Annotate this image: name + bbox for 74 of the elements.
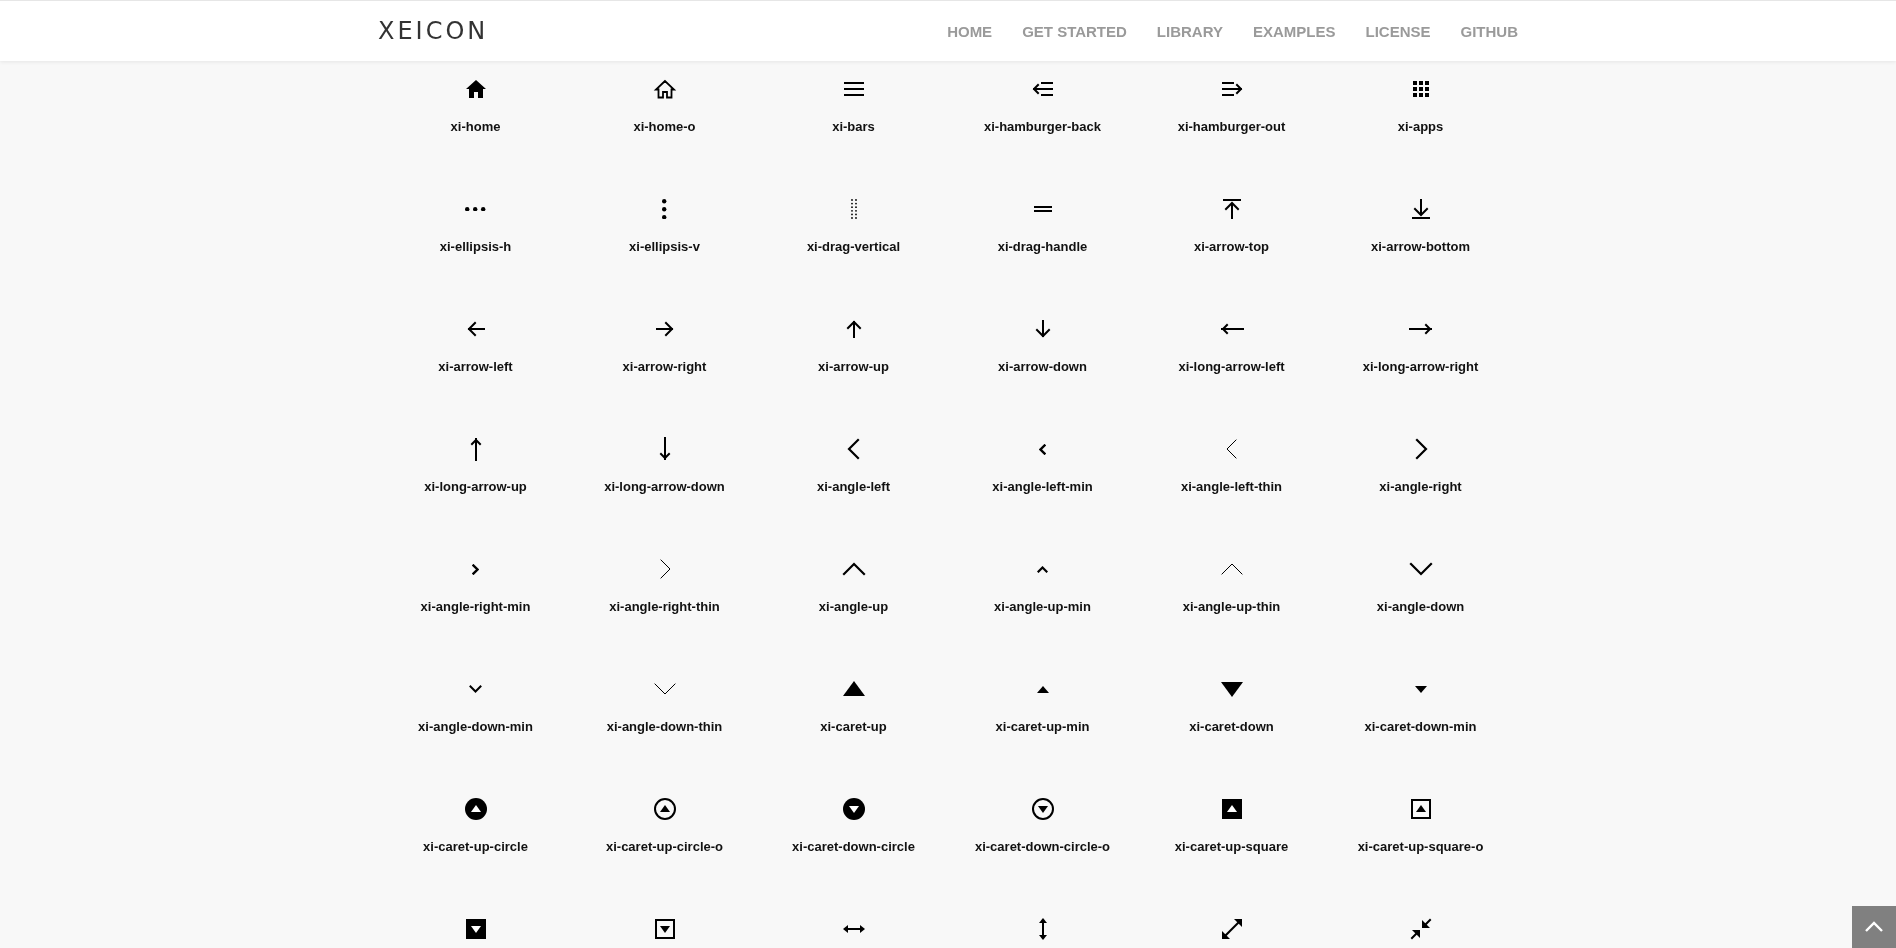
triangle-down-icon [1414, 685, 1427, 693]
vertical-dots-icon [662, 198, 667, 220]
icon-label: xi-home-o [633, 119, 696, 135]
icon-label: xi-apps [1397, 119, 1444, 135]
nav-link[interactable]: LIBRARY [1156, 22, 1223, 40]
icon-label: xi-long-arrow-down [604, 479, 725, 495]
icon-label: xi-caret-down-min [1364, 719, 1477, 735]
icon-label: xi-long-arrow-up [424, 479, 527, 495]
icon-label: xi-ellipsis-h [439, 239, 512, 255]
icon-label: xi-home [450, 119, 501, 135]
horizontal-double-arrow-icon [842, 925, 865, 933]
circle-triangle-down-icon [841, 797, 866, 821]
icon-label: xi-arrow-right [622, 359, 707, 375]
circle-triangle-down-icon [1030, 797, 1055, 821]
icon-label: xi-arrow-down [998, 359, 1087, 375]
icon-label: xi-angle-down-min [418, 719, 533, 735]
icon-label: xi-angle-down [1376, 599, 1465, 615]
nav-link[interactable]: HOME [947, 22, 993, 40]
icon-label: xi-angle-up-min [994, 599, 1091, 615]
circle-triangle-up-icon [652, 797, 677, 821]
scroll-to-top-button[interactable] [1852, 906, 1896, 948]
icon-label: xi-caret-up-square [1174, 839, 1289, 855]
square-triangle-down-icon [652, 917, 677, 941]
icon-label: xi-bars [832, 119, 875, 135]
icon-label: xi-arrow-up [818, 359, 889, 375]
icon-label: xi-long-arrow-right [1362, 359, 1479, 375]
icon-label: xi-ellipsis-v [629, 239, 700, 255]
compress-arrows-icon [1408, 917, 1433, 941]
horizontal-dots-icon [465, 206, 486, 212]
icon-label: xi-angle-up [818, 599, 889, 615]
expand-arrows-icon [1219, 917, 1244, 941]
nav-link[interactable]: EXAMPLES [1252, 22, 1336, 40]
icon-label: xi-caret-down [1189, 719, 1274, 735]
nav-link[interactable]: GITHUB [1460, 22, 1518, 40]
square-triangle-down-icon [463, 917, 488, 941]
icon-label: xi-caret-down-circle [792, 839, 915, 855]
icon-label: xi-caret-up-min [995, 719, 1090, 735]
icon-label: xi-drag-handle [997, 239, 1088, 255]
icon-label: xi-angle-down-thin [606, 719, 723, 735]
chevron-left-icon [1039, 443, 1046, 455]
icon-label: xi-caret-up-circle [423, 839, 528, 855]
icon-label: xi-angle-right-min [420, 599, 531, 615]
triangle-up-icon [1036, 685, 1049, 693]
icon-label: xi-angle-left-thin [1180, 479, 1283, 495]
icon-label: xi-angle-right-thin [609, 599, 720, 615]
chevron-right-icon [472, 563, 479, 575]
square-triangle-up-icon [1408, 797, 1433, 821]
icon-label: xi-hamburger-out [1177, 119, 1286, 135]
icon-label: xi-hamburger-back [983, 119, 1101, 135]
icon-label: xi-drag-vertical [806, 239, 901, 255]
square-triangle-up-icon [1219, 797, 1244, 821]
icon-label: xi-long-arrow-left [1178, 359, 1285, 375]
chevron-up-icon [1864, 921, 1884, 933]
icon-label: xi-angle-right [1379, 479, 1462, 495]
circle-triangle-up-icon [463, 797, 488, 821]
house-outline-icon [652, 77, 677, 101]
chevron-down-icon [469, 685, 482, 693]
drag-handle-icon [1033, 206, 1052, 212]
vertical-double-arrow-icon [1038, 918, 1047, 940]
icon-label: xi-caret-up-square-o [1357, 839, 1484, 855]
icon-label: xi-arrow-bottom [1371, 239, 1470, 255]
nav-link[interactable]: LICENSE [1365, 22, 1431, 40]
icon-label: xi-angle-left [817, 479, 890, 495]
icon-label: xi-caret-down-circle-o [974, 839, 1111, 855]
icon-label: xi-caret-up [820, 719, 887, 735]
icon-label: xi-caret-up-circle-o [605, 839, 723, 855]
drag-dots-icon [850, 199, 857, 219]
icon-label: xi-angle-up-thin [1182, 599, 1281, 615]
icon-label: xi-arrow-left [438, 359, 513, 375]
site-logo[interactable]: XEICON [378, 17, 489, 45]
icon-label: xi-angle-left-min [992, 479, 1093, 495]
nav-link[interactable]: GET STARTED [1022, 22, 1127, 40]
icon-label: xi-arrow-top [1193, 239, 1270, 255]
chevron-up-icon [1037, 565, 1048, 573]
